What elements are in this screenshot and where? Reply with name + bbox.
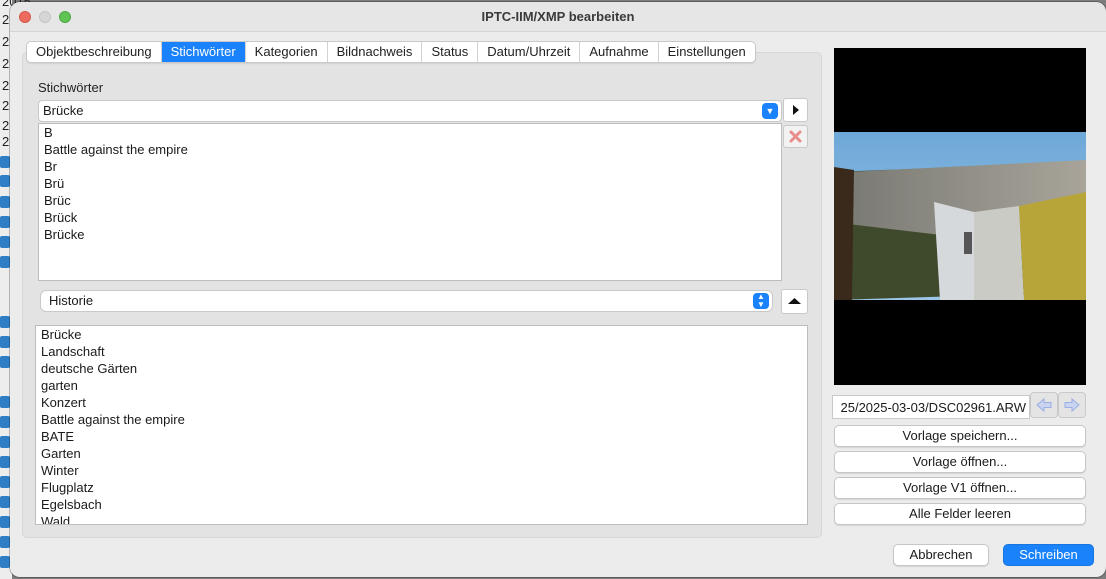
history-item[interactable]: BATE bbox=[36, 428, 807, 445]
background-year: 2 bbox=[2, 134, 10, 149]
folder-icon[interactable] bbox=[0, 516, 10, 528]
tab-aufnahme[interactable]: Aufnahme bbox=[580, 42, 659, 62]
file-path-value: 25/2025-03-03/DSC02961.ARW bbox=[840, 400, 1027, 415]
history-item[interactable]: deutsche Gärten bbox=[36, 360, 807, 377]
history-item[interactable]: Winter bbox=[36, 462, 807, 479]
keyword-item[interactable]: Brüc bbox=[39, 192, 781, 209]
tab-objektbeschreibung[interactable]: Objektbeschreibung bbox=[27, 42, 162, 62]
iptc-dialog: IPTC-IIM/XMP bearbeiten Objektbeschreibu… bbox=[10, 2, 1106, 577]
folder-icon[interactable] bbox=[0, 356, 10, 368]
collapse-history-button[interactable] bbox=[781, 289, 808, 314]
clear-all-fields-button[interactable]: Alle Felder leeren bbox=[834, 503, 1086, 525]
folder-icon[interactable] bbox=[0, 476, 10, 488]
history-item[interactable]: Wald bbox=[36, 513, 807, 524]
cancel-button[interactable]: Abbrechen bbox=[893, 544, 989, 566]
background-year: 2 bbox=[2, 56, 10, 71]
keyword-item[interactable]: Brü bbox=[39, 175, 781, 192]
open-template-button[interactable]: Vorlage öffnen... bbox=[834, 451, 1086, 473]
keyword-input-value[interactable]: Brücke bbox=[43, 103, 83, 118]
folder-icon[interactable] bbox=[0, 196, 10, 208]
next-image-button[interactable] bbox=[1058, 392, 1086, 418]
folder-icon[interactable] bbox=[0, 236, 10, 248]
window-title: IPTC-IIM/XMP bearbeiten bbox=[481, 9, 635, 24]
delete-keyword-button[interactable] bbox=[783, 125, 808, 148]
add-keyword-button[interactable] bbox=[783, 98, 808, 122]
write-button[interactable]: Schreiben bbox=[1003, 544, 1094, 566]
history-item[interactable]: Landschaft bbox=[36, 343, 807, 360]
history-item[interactable]: Egelsbach bbox=[36, 496, 807, 513]
chevron-down-icon[interactable]: ▼ bbox=[762, 103, 778, 119]
folder-icon[interactable] bbox=[0, 396, 10, 408]
background-year: 2 bbox=[2, 118, 10, 133]
image-preview bbox=[834, 48, 1086, 385]
photo-thumbnail bbox=[834, 132, 1086, 300]
background-year: 2 bbox=[2, 12, 10, 27]
tab-status[interactable]: Status bbox=[422, 42, 479, 62]
folder-icon[interactable] bbox=[0, 496, 10, 508]
history-dropdown[interactable]: Historie ▲ ▼ bbox=[40, 290, 773, 312]
history-item[interactable]: Brücke bbox=[36, 326, 807, 343]
keyword-item[interactable]: Br bbox=[39, 158, 781, 175]
folder-icon[interactable] bbox=[0, 556, 10, 568]
tab-stichwoerter[interactable]: Stichwörter bbox=[161, 42, 246, 62]
tab-einstellungen[interactable]: Einstellungen bbox=[659, 42, 755, 62]
previous-image-button[interactable] bbox=[1030, 392, 1058, 418]
history-item[interactable]: Konzert bbox=[36, 394, 807, 411]
background-year: 2 bbox=[2, 34, 10, 49]
folder-icon[interactable] bbox=[0, 175, 10, 187]
folder-icon[interactable] bbox=[0, 456, 10, 468]
keywords-label: Stichwörter bbox=[38, 80, 104, 95]
arrow-left-icon bbox=[1036, 397, 1052, 413]
history-item[interactable]: garten bbox=[36, 377, 807, 394]
keyword-item[interactable]: Battle against the empire bbox=[39, 141, 781, 158]
tab-bildnachweis[interactable]: Bildnachweis bbox=[328, 42, 423, 62]
close-icon bbox=[789, 130, 802, 143]
folder-icon[interactable] bbox=[0, 536, 10, 548]
open-template-v1-button[interactable]: Vorlage V1 öffnen... bbox=[834, 477, 1086, 499]
tab-datum-uhrzeit[interactable]: Datum/Uhrzeit bbox=[478, 42, 581, 62]
background-year: 2 bbox=[2, 98, 10, 113]
tab-kategorien[interactable]: Kategorien bbox=[246, 42, 328, 62]
history-item[interactable]: Battle against the empire bbox=[36, 411, 807, 428]
history-item[interactable]: Flugplatz bbox=[36, 479, 807, 496]
folder-icon[interactable] bbox=[0, 416, 10, 428]
play-right-icon bbox=[793, 105, 799, 115]
folder-icon[interactable] bbox=[0, 256, 10, 268]
title-bar[interactable]: IPTC-IIM/XMP bearbeiten bbox=[10, 2, 1106, 32]
keyword-item[interactable]: B bbox=[39, 124, 781, 141]
history-list[interactable]: Brücke Landschaft deutsche Gärten garten… bbox=[35, 325, 808, 525]
keyword-combo[interactable]: Brücke ▼ bbox=[38, 100, 782, 122]
arrow-right-icon bbox=[1064, 397, 1080, 413]
tab-bar: Objektbeschreibung Stichwörter Kategorie… bbox=[26, 41, 756, 63]
file-path-field[interactable]: 25/2025-03-03/DSC02961.ARW bbox=[832, 395, 1030, 419]
keyword-item[interactable]: Brück bbox=[39, 209, 781, 226]
keyword-item[interactable]: Brücke bbox=[39, 226, 781, 243]
keyword-list[interactable]: B Battle against the empire Br Brü Brüc … bbox=[38, 123, 782, 281]
history-item[interactable]: Garten bbox=[36, 445, 807, 462]
folder-icon[interactable] bbox=[0, 336, 10, 348]
folder-icon[interactable] bbox=[0, 436, 10, 448]
screen: 2015 2 2 2 2 2 2 2 IPTC-IIM/XMP bearbeit… bbox=[0, 0, 1106, 579]
folder-icon[interactable] bbox=[0, 156, 10, 168]
folder-icon[interactable] bbox=[0, 216, 10, 228]
triangle-up-icon bbox=[788, 298, 801, 304]
folder-icon[interactable] bbox=[0, 316, 10, 328]
updown-chevron-icon[interactable]: ▲ ▼ bbox=[753, 293, 769, 309]
background-year: 2 bbox=[2, 78, 10, 93]
save-template-button[interactable]: Vorlage speichern... bbox=[834, 425, 1086, 447]
history-dropdown-value: Historie bbox=[49, 293, 94, 308]
